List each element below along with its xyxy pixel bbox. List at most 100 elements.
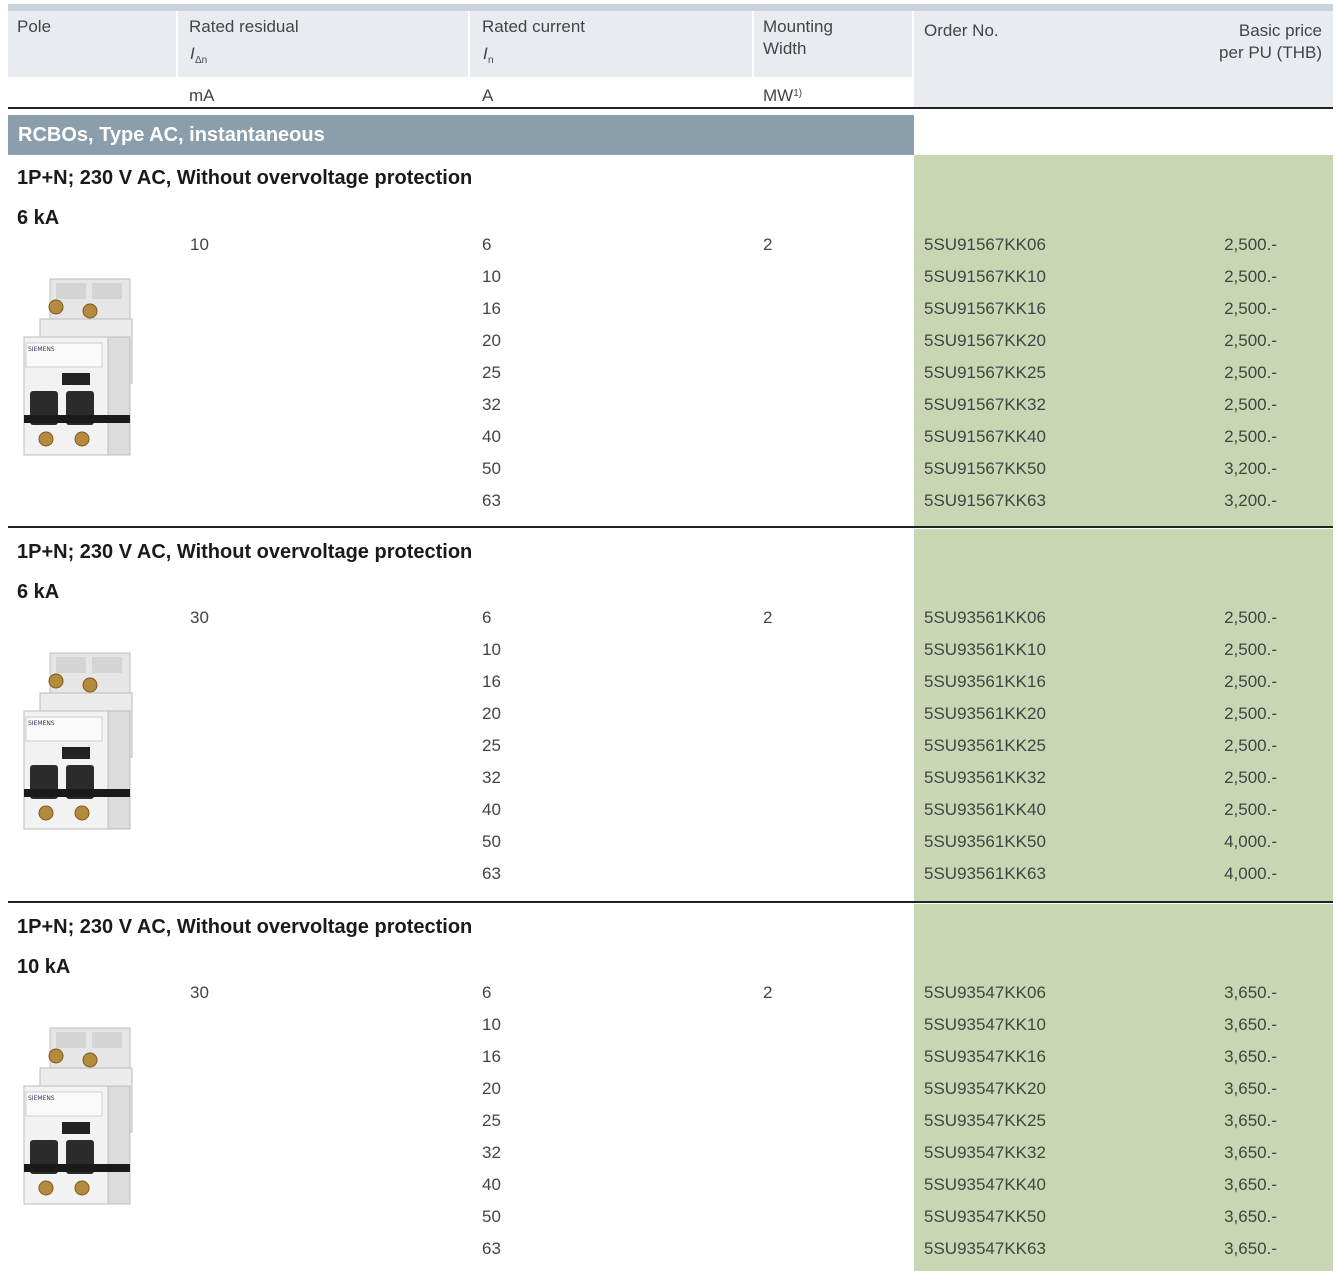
price-value: 3,650.- [1224,983,1277,1002]
col-header-current: Rated current [482,17,585,36]
group-title: 1P+N; 230 V AC, Without overvoltage prot… [17,541,473,563]
price-value: 3,650.- [1224,1239,1277,1258]
order-number: 5SU93561KK25 [924,736,1046,755]
price-value: 3,200.- [1224,459,1277,478]
price-value: 2,500.- [1224,736,1277,755]
price-value: 2,500.- [1224,672,1277,691]
rated-current-value: 10 [482,267,501,286]
residual-value: 10 [190,235,209,254]
price-value: 3,200.- [1224,491,1277,510]
residual-value: 30 [190,608,209,627]
rated-current-value: 40 [482,427,501,446]
order-number: 5SU91567KK40 [924,427,1046,446]
unit-residual: mA [189,86,215,105]
order-number: 5SU93561KK20 [924,704,1046,723]
order-number: 5SU93561KK50 [924,832,1046,851]
rated-current-value: 50 [482,1207,501,1226]
price-value: 4,000.- [1224,864,1277,883]
order-number: 5SU93547KK16 [924,1047,1046,1066]
order-number: 5SU93561KK32 [924,768,1046,787]
unit-mw: MW1) [763,85,802,107]
group-divider-1 [8,526,1333,528]
order-number: 5SU93547KK25 [924,1111,1046,1130]
order-number: 5SU93547KK50 [924,1207,1046,1226]
group-breaking-capacity: 6 kA [17,581,60,603]
rated-current-value: 50 [482,832,501,851]
order-number: 5SU93547KK20 [924,1079,1046,1098]
order-number: 5SU93547KK63 [924,1239,1046,1258]
price-value: 2,500.- [1224,608,1277,627]
order-number: 5SU91567KK25 [924,363,1046,382]
rated-current-value: 25 [482,363,501,382]
price-value: 3,650.- [1224,1111,1277,1130]
price-value: 3,650.- [1224,1047,1277,1066]
mw-value: 2 [763,983,773,1002]
price-value: 2,500.- [1224,640,1277,659]
rated-current-value: 16 [482,299,501,318]
price-value: 4,000.- [1224,832,1277,851]
unit-mw-text: MW [763,86,794,105]
price-value: 2,500.- [1224,768,1277,787]
group-title: 1P+N; 230 V AC, Without overvoltage prot… [17,916,473,938]
unit-current: A [482,86,494,105]
price-value: 3,650.- [1224,1015,1277,1034]
rcbo-product-image: SIEMENS [22,649,134,839]
residual-subscript: Δn [195,55,208,66]
rated-current-value: 20 [482,331,501,350]
rcbo-product-image: SIEMENS [22,1024,134,1214]
group-divider-2 [8,901,1333,903]
product-brand-label: SIEMENS [28,1095,55,1102]
order-number: 5SU93561KK40 [924,800,1046,819]
header-rule [8,107,1333,109]
rated-current-value: 25 [482,1111,501,1130]
order-number: 5SU93547KK06 [924,983,1046,1002]
order-number: 5SU93547KK32 [924,1143,1046,1162]
rated-current-value: 40 [482,1175,501,1194]
order-number: 5SU91567KK06 [924,235,1046,254]
order-number: 5SU91567KK63 [924,491,1046,510]
order-number: 5SU91567KK16 [924,299,1046,318]
col-header-residual: Rated residual [189,17,299,36]
rated-current-value: 63 [482,1239,501,1258]
order-number: 5SU93561KK10 [924,640,1046,659]
order-number: 5SU91567KK10 [924,267,1046,286]
order-number: 5SU93561KK63 [924,864,1046,883]
rated-current-value: 32 [482,1143,501,1162]
col-header-pole: Pole [17,17,52,36]
price-value: 3,650.- [1224,1175,1277,1194]
order-number: 5SU91567KK50 [924,459,1046,478]
rated-current-value: 63 [482,864,501,883]
header-top-bar [8,4,1333,11]
price-value: 3,650.- [1224,1207,1277,1226]
rated-current-value: 6 [482,983,492,1002]
rated-current-value: 6 [482,235,492,254]
rated-current-value: 20 [482,704,501,723]
col-header-price-2: per PU (THB) [1219,43,1322,62]
product-brand-label: SIEMENS [28,346,55,353]
price-value: 3,650.- [1224,1143,1277,1162]
mw-value: 2 [763,608,773,627]
order-number: 5SU91567KK32 [924,395,1046,414]
order-number: 5SU93561KK06 [924,608,1046,627]
rated-current-value: 20 [482,1079,501,1098]
col-header-mw-1: Mounting [763,17,833,36]
col-header-order: Order No. [924,21,999,40]
group-breaking-capacity: 6 kA [17,207,60,229]
col-header-price-1: Basic price [1238,21,1322,40]
price-value: 3,650.- [1224,1079,1277,1098]
price-value: 2,500.- [1224,299,1277,318]
rated-current-value: 32 [482,395,501,414]
price-value: 2,500.- [1224,704,1277,723]
order-number: 5SU93561KK16 [924,672,1046,691]
rated-current-value: 25 [482,736,501,755]
price-value: 2,500.- [1224,267,1277,286]
residual-value: 30 [190,983,209,1002]
price-value: 2,500.- [1224,395,1277,414]
rated-current-value: 6 [482,608,492,627]
product-brand-label: SIEMENS [28,720,55,727]
rated-current-value: 63 [482,491,501,510]
rated-current-value: 10 [482,1015,501,1034]
section-title: RCBOs, Type AC, instantaneous [18,124,325,146]
order-number: 5SU93547KK10 [924,1015,1046,1034]
order-number: 5SU93547KK40 [924,1175,1046,1194]
